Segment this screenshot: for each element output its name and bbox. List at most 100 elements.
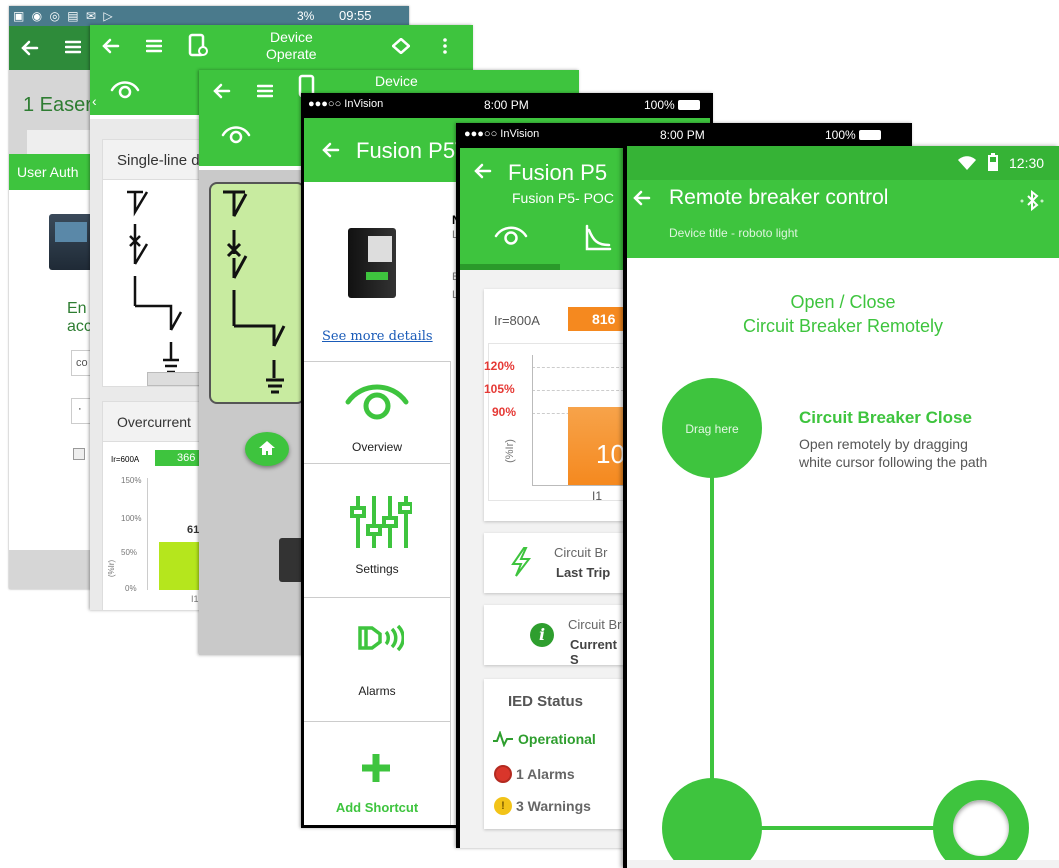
app-bar: Remote breaker control Device title - ro… xyxy=(627,180,1059,258)
heading-1: Open / Close xyxy=(790,292,896,312)
tile-label-alarms: Alarms xyxy=(358,684,396,698)
chart-bar xyxy=(159,542,199,590)
close-desc-2: white cursor following the path xyxy=(799,454,988,470)
y-tick-120: 120% xyxy=(484,359,515,373)
tile-label-settings: Settings xyxy=(355,562,399,576)
path-vertical xyxy=(710,446,714,786)
lightning-icon xyxy=(511,547,532,577)
single-line-diagram xyxy=(127,190,183,374)
ied-title: IED Status xyxy=(508,693,584,710)
drag-cursor[interactable] xyxy=(933,780,1029,868)
settings-sliders-icon xyxy=(350,496,412,548)
status-time: 12:30 xyxy=(1009,155,1045,171)
page-subtitle: Device title - roboto light xyxy=(669,226,798,240)
menu-icon[interactable] xyxy=(65,40,81,54)
back-arrow-icon[interactable] xyxy=(102,38,120,54)
bluetooth-icon[interactable] xyxy=(1017,190,1047,212)
ied-alarms: 1 Alarms xyxy=(516,766,575,782)
eye-icon[interactable] xyxy=(221,124,251,146)
device-icon xyxy=(188,33,208,57)
home-button[interactable] xyxy=(245,432,289,466)
status-bar: ▣ ◉ ◎ ▤ ✉ ▷ 3% 09:55 xyxy=(9,6,409,26)
y-tick-2: 50% xyxy=(121,548,138,557)
y-axis-label: (%Ir) xyxy=(107,559,117,578)
tile-grid-divider xyxy=(450,361,451,825)
heading-2: Circuit Breaker Remotely xyxy=(742,316,944,336)
menu-icon[interactable] xyxy=(257,84,273,98)
battery-icon xyxy=(677,100,700,110)
y-tick-1: 100% xyxy=(121,514,142,523)
ios-status-bar: ●●●○○ InVision 8:00 PM 100% xyxy=(304,93,710,118)
diagram-panel xyxy=(209,182,305,404)
chart-card: Ir=800A 816 120% 105% 90% (%Ir) 102 I1 xyxy=(484,289,639,521)
back-arrow-icon[interactable] xyxy=(633,190,651,206)
y-tick-3: 0% xyxy=(125,584,137,593)
header-title-1: Device xyxy=(270,29,313,45)
alarm-icon xyxy=(358,624,404,652)
tile-overview[interactable]: Overview xyxy=(304,361,450,463)
tile-label-overview: Overview xyxy=(351,440,402,454)
ios-status-bar: ●●●○○ InVision 8:00 PM 100% xyxy=(460,123,908,148)
gridline-120 xyxy=(532,367,624,368)
eye-icon[interactable] xyxy=(494,224,528,248)
see-more-link[interactable]: See more details xyxy=(322,329,433,344)
back-arrow-icon[interactable] xyxy=(322,142,340,158)
single-line-label: Single-line d xyxy=(117,152,200,169)
page-subtitle: Fusion P5- POC xyxy=(512,190,614,206)
curve-chart-icon[interactable] xyxy=(584,224,612,252)
enter-text-1: En xyxy=(67,300,87,317)
plus-icon xyxy=(362,754,390,782)
gridline-105 xyxy=(532,390,624,391)
card-current-status[interactable]: i Circuit Br Current S xyxy=(484,605,624,667)
card-title: Circuit Br xyxy=(568,617,622,632)
tab-prev-arrow[interactable]: ‹ xyxy=(92,93,97,109)
y-tick-105: 105% xyxy=(484,382,515,396)
kebab-icon[interactable] xyxy=(442,37,448,55)
single-line-card: Single-line d xyxy=(102,139,213,387)
x-tick: I1 xyxy=(592,489,603,503)
page-title: Remote breaker control xyxy=(669,186,889,209)
status-time: 09:55 xyxy=(339,8,372,23)
status-bar: 12:30 xyxy=(627,146,1059,180)
eye-icon[interactable] xyxy=(110,79,140,101)
status-time: 8:00 PM xyxy=(484,98,529,112)
card-last-trip[interactable]: Circuit Br Last Trip xyxy=(484,533,624,593)
y-axis-label: (%Ir) xyxy=(503,439,516,463)
tile-settings[interactable]: Settings xyxy=(304,463,450,597)
tile-alarms[interactable]: Alarms xyxy=(304,597,450,721)
card-subtitle: Last Trip xyxy=(556,565,611,580)
back-arrow-icon[interactable] xyxy=(474,163,492,179)
side-handle[interactable] xyxy=(279,538,303,582)
device-image xyxy=(49,214,93,270)
back-arrow-icon[interactable] xyxy=(21,40,39,56)
chart-axis xyxy=(147,478,148,590)
remember-checkbox[interactable] xyxy=(73,448,85,460)
card-subtitle: Current S xyxy=(570,637,617,667)
page-title: Fusion P5 xyxy=(508,160,608,185)
page-title: 1 Easer xyxy=(23,94,92,116)
status-battery: 3% xyxy=(297,9,315,23)
status-icons: ▣ ◉ ◎ ▤ ✉ ▷ xyxy=(13,9,115,23)
tile-label-add-shortcut: Add Shortcut xyxy=(335,800,419,815)
ir-value-badge: 816 xyxy=(568,307,628,331)
bottom-bar xyxy=(627,860,1059,868)
single-line-diagram xyxy=(223,190,286,394)
screen-remote-breaker-control: 12:30 Remote breaker control Device titl… xyxy=(623,146,1059,868)
wifi-icon xyxy=(958,156,976,170)
path-horizontal xyxy=(747,826,947,830)
back-arrow-icon[interactable] xyxy=(213,83,231,99)
menu-icon[interactable] xyxy=(146,39,162,53)
overcurrent-label: Overcurrent xyxy=(117,414,191,430)
ied-operational: Operational xyxy=(518,731,596,747)
tile-add-shortcut[interactable]: Add Shortcut xyxy=(304,721,450,825)
enter-text-2: acc xyxy=(67,318,92,335)
info-icon: i xyxy=(530,623,554,647)
ied-warnings: 3 Warnings xyxy=(516,798,591,814)
diamond-icon[interactable] xyxy=(392,38,410,54)
drag-label: Drag here xyxy=(685,422,739,436)
status-battery: 100% xyxy=(825,128,881,142)
x-tick: I1 xyxy=(191,594,199,604)
tab-indicator xyxy=(460,264,560,270)
warning-icon: ! xyxy=(494,797,512,815)
header-title-2: Operate xyxy=(266,46,317,62)
